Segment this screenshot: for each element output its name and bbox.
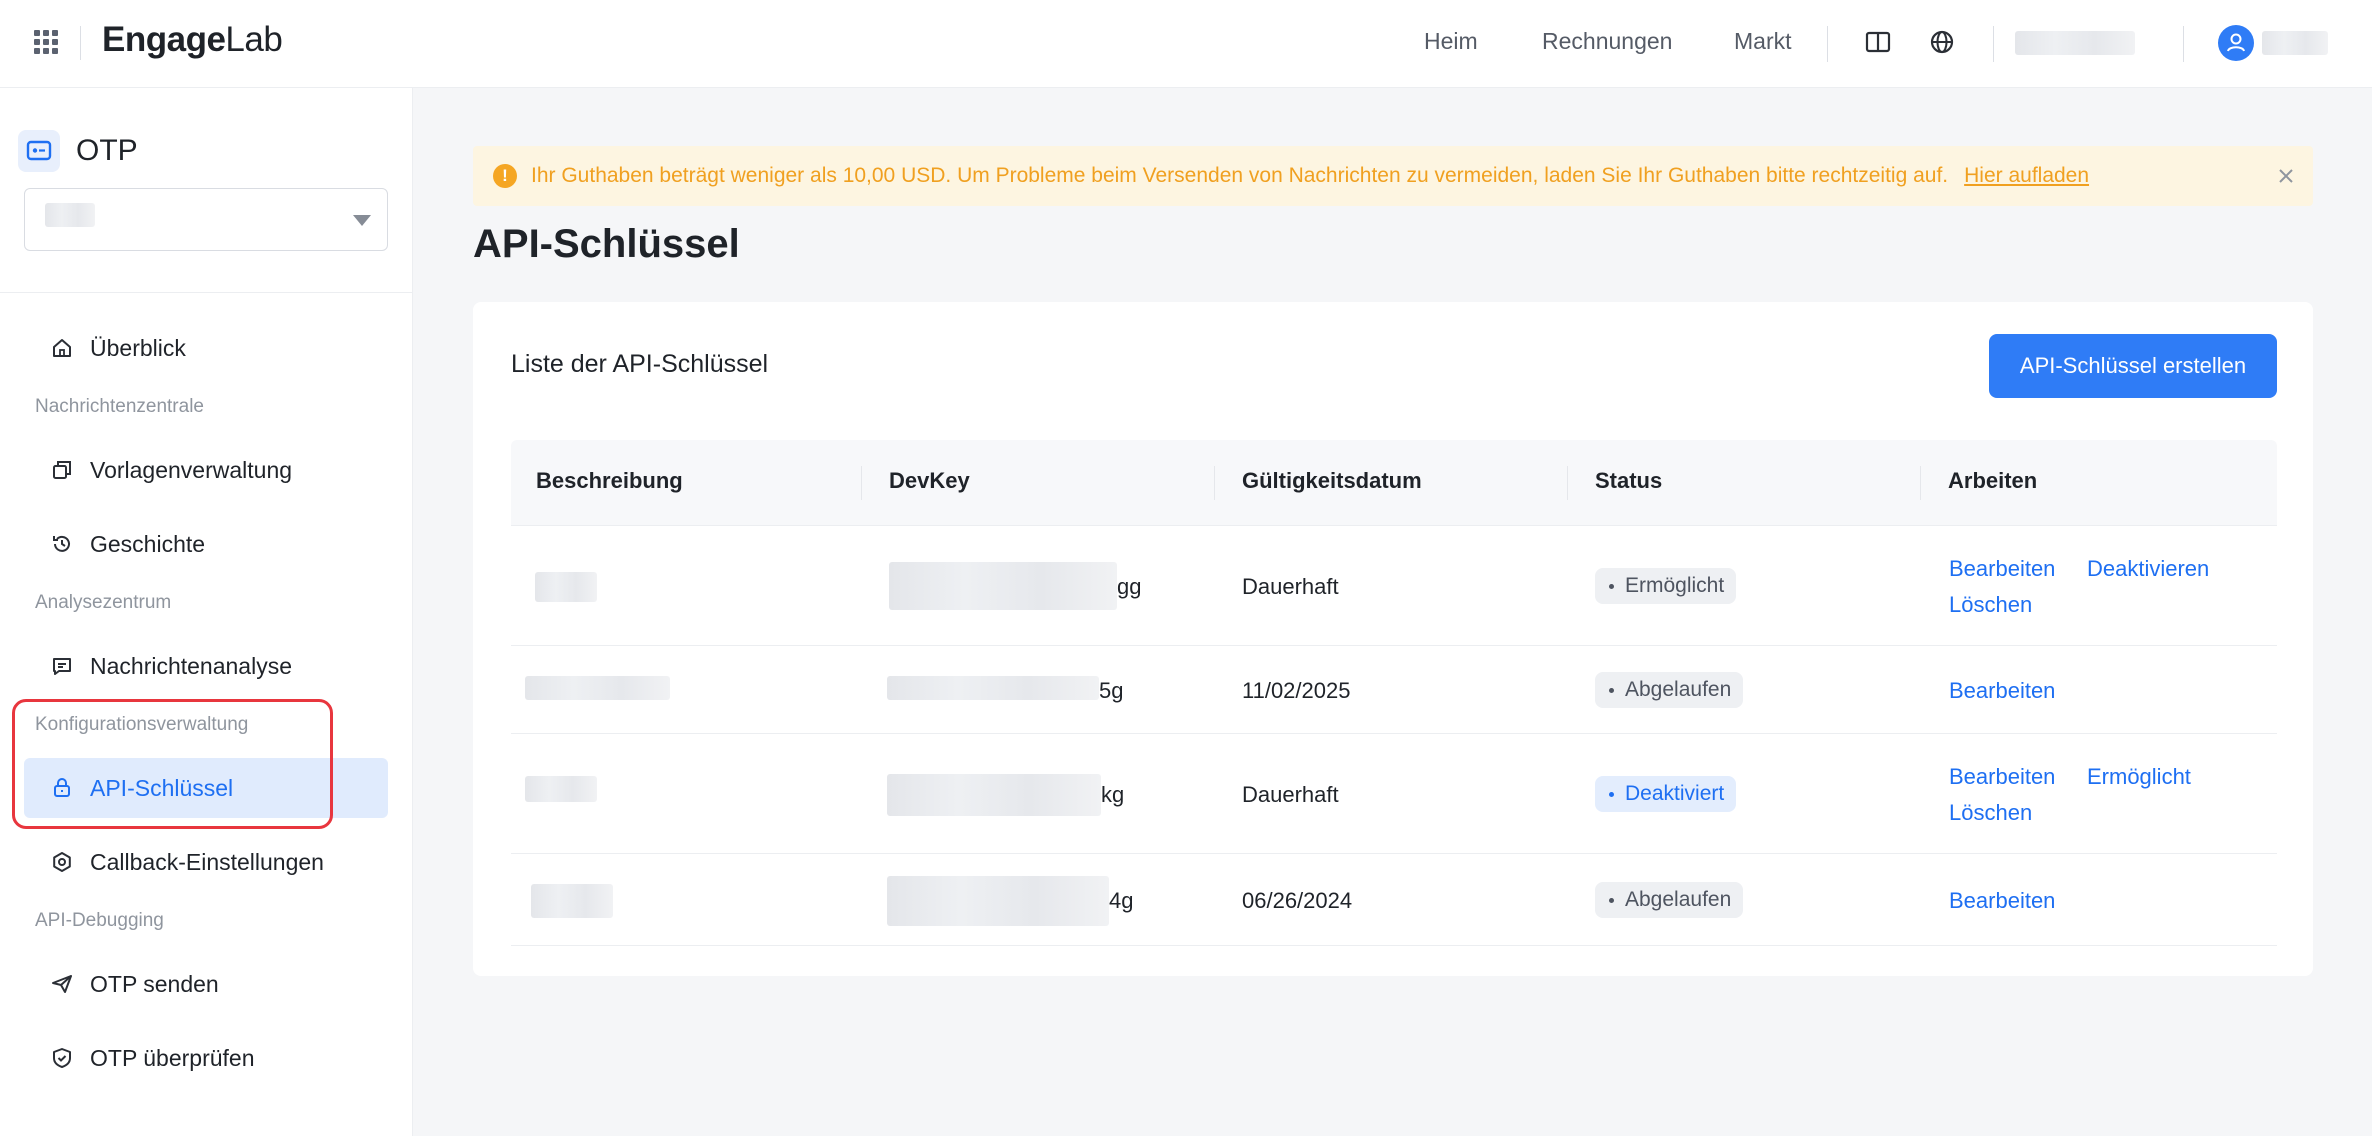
- column-header: Beschreibung: [536, 468, 683, 493]
- balance-warning-banner: ! Ihr Guthaben beträgt weniger als 10,00…: [473, 146, 2313, 206]
- highlight-annotation: [12, 699, 333, 829]
- otp-product-icon: [18, 130, 60, 172]
- home-icon: [53, 339, 71, 357]
- column-separator: [1920, 466, 1921, 500]
- sidebar-item-label: Geschichte: [90, 530, 206, 557]
- card-title: Liste der API-Schlüssel: [511, 350, 769, 378]
- delete-link[interactable]: Löschen: [1949, 800, 2032, 826]
- nav-home[interactable]: Heim: [1424, 28, 1478, 55]
- sidebar-item-callback[interactable]: Callback-Einstellungen: [24, 832, 388, 892]
- column-separator: [861, 466, 862, 500]
- globe-icon[interactable]: [1928, 28, 1956, 56]
- group-message-center: Nachrichtenzentrale: [35, 396, 204, 417]
- sidebar-item-label: OTP senden: [90, 970, 219, 997]
- engagelab-logo[interactable]: EngageLab: [102, 20, 283, 60]
- description-redacted: [531, 884, 613, 918]
- devkey-redacted: [887, 876, 1109, 926]
- sidebar-item-verify-otp[interactable]: OTP überprüfen: [24, 1028, 388, 1088]
- validity-date: Dauerhaft: [1242, 782, 1339, 807]
- username-redacted[interactable]: [2262, 31, 2328, 55]
- nav-invoices[interactable]: Rechnungen: [1542, 28, 1672, 55]
- divider: [1993, 26, 1994, 62]
- edit-link[interactable]: Bearbeiten: [1949, 764, 2055, 790]
- devkey-suffix: gg: [1117, 574, 1142, 599]
- account-info-redacted[interactable]: [2015, 31, 2135, 55]
- column-separator: [1214, 466, 1215, 500]
- status-badge: Ermöglicht: [1595, 568, 1737, 604]
- description-redacted: [525, 776, 597, 802]
- warning-icon: !: [493, 164, 517, 188]
- table-row: 5g 11/02/2025 Abgelaufen Bearbeiten: [511, 646, 2277, 734]
- table-row: kg Dauerhaft Deaktiviert Bearbeiten Ermö…: [511, 734, 2277, 854]
- devkey-suffix: 4g: [1109, 888, 1134, 913]
- devkey-suffix: 5g: [1099, 678, 1124, 703]
- copy-icon: [53, 461, 71, 479]
- sidebar: OTP Überblick Nachrichtenzentrale Vorlag…: [0, 88, 413, 1136]
- group-analysis: Analysezentrum: [35, 592, 172, 613]
- description-redacted: [525, 676, 670, 700]
- column-header: Gültigkeitsdatum: [1242, 468, 1422, 493]
- caret-down-icon: [353, 215, 371, 226]
- enable-link[interactable]: Ermöglicht: [2087, 764, 2191, 790]
- sidebar-item-overview[interactable]: Überblick: [24, 318, 388, 378]
- nav-market[interactable]: Markt: [1734, 28, 1792, 55]
- status-badge: Deaktiviert: [1595, 776, 1737, 812]
- close-icon[interactable]: [2273, 163, 2299, 189]
- deactivate-link[interactable]: Deaktivieren: [2087, 556, 2209, 582]
- status-badge: Abgelaufen: [1595, 882, 1744, 918]
- group-api-debug: API-Debugging: [35, 910, 164, 931]
- settings-icon: [53, 852, 71, 872]
- sidebar-item-history[interactable]: Geschichte: [24, 514, 388, 574]
- divider: [0, 292, 413, 293]
- sidebar-item-templates[interactable]: Vorlagenverwaltung: [24, 440, 388, 500]
- edit-link[interactable]: Bearbeiten: [1949, 678, 2055, 704]
- column-header: Status: [1595, 468, 1663, 493]
- sidebar-item-send-otp[interactable]: OTP senden: [24, 954, 388, 1014]
- recharge-link[interactable]: Hier aufladen: [1964, 164, 2089, 188]
- validity-date: 11/02/2025: [1242, 678, 1351, 703]
- divider: [2183, 26, 2184, 62]
- book-icon[interactable]: [1864, 28, 1892, 56]
- page-title: API-Schlüssel: [473, 222, 740, 266]
- banner-text: Ihr Guthaben beträgt weniger als 10,00 U…: [531, 164, 1949, 187]
- user-icon: [2227, 33, 2245, 52]
- validity-date: Dauerhaft: [1242, 574, 1339, 599]
- divider: [80, 26, 81, 60]
- top-bar: EngageLab Heim Rechnungen Markt: [0, 0, 2372, 88]
- column-separator: [1567, 466, 1568, 500]
- column-header: DevKey: [889, 468, 970, 493]
- app-grid-icon[interactable]: [34, 30, 58, 54]
- shield-check-icon: [53, 1048, 71, 1068]
- table-row: gg Dauerhaft Ermöglicht Bearbeiten Deakt…: [511, 526, 2277, 646]
- table-row: 4g 06/26/2024 Abgelaufen Bearbeiten: [511, 854, 2277, 946]
- product-title: OTP: [76, 134, 138, 167]
- column-header: Arbeiten: [1948, 468, 2038, 493]
- api-key-card: Liste der API-Schlüssel API-Schlüssel er…: [473, 302, 2313, 976]
- avatar[interactable]: [2218, 25, 2254, 61]
- delete-link[interactable]: Löschen: [1949, 592, 2032, 618]
- devkey-redacted: [887, 676, 1099, 700]
- devkey-redacted: [887, 774, 1101, 816]
- edit-link[interactable]: Bearbeiten: [1949, 556, 2055, 582]
- sidebar-item-label: Callback-Einstellungen: [90, 848, 324, 875]
- edit-link[interactable]: Bearbeiten: [1949, 888, 2055, 914]
- send-icon: [52, 975, 72, 993]
- create-api-key-button[interactable]: API-Schlüssel erstellen: [1989, 334, 2277, 398]
- table-header: Beschreibung DevKey Gültigkeitsdatum Sta…: [511, 440, 2277, 526]
- history-icon: [53, 535, 70, 552]
- devkey-redacted: [889, 562, 1117, 610]
- validity-date: 06/26/2024: [1242, 888, 1353, 913]
- sidebar-item-label: OTP überprüfen: [90, 1044, 255, 1071]
- divider: [1827, 26, 1828, 62]
- selected-app-redacted: [45, 203, 95, 227]
- sidebar-item-label: Nachrichtenanalyse: [90, 652, 293, 679]
- devkey-suffix: kg: [1101, 782, 1125, 807]
- app-select[interactable]: [24, 188, 388, 251]
- description-redacted: [535, 572, 597, 602]
- sidebar-item-label: Vorlagenverwaltung: [90, 456, 293, 483]
- message-icon: [53, 658, 71, 675]
- sidebar-item-label: Überblick: [90, 334, 186, 361]
- status-badge: Abgelaufen: [1595, 672, 1744, 708]
- sidebar-item-message-analysis[interactable]: Nachrichtenanalyse: [24, 636, 388, 696]
